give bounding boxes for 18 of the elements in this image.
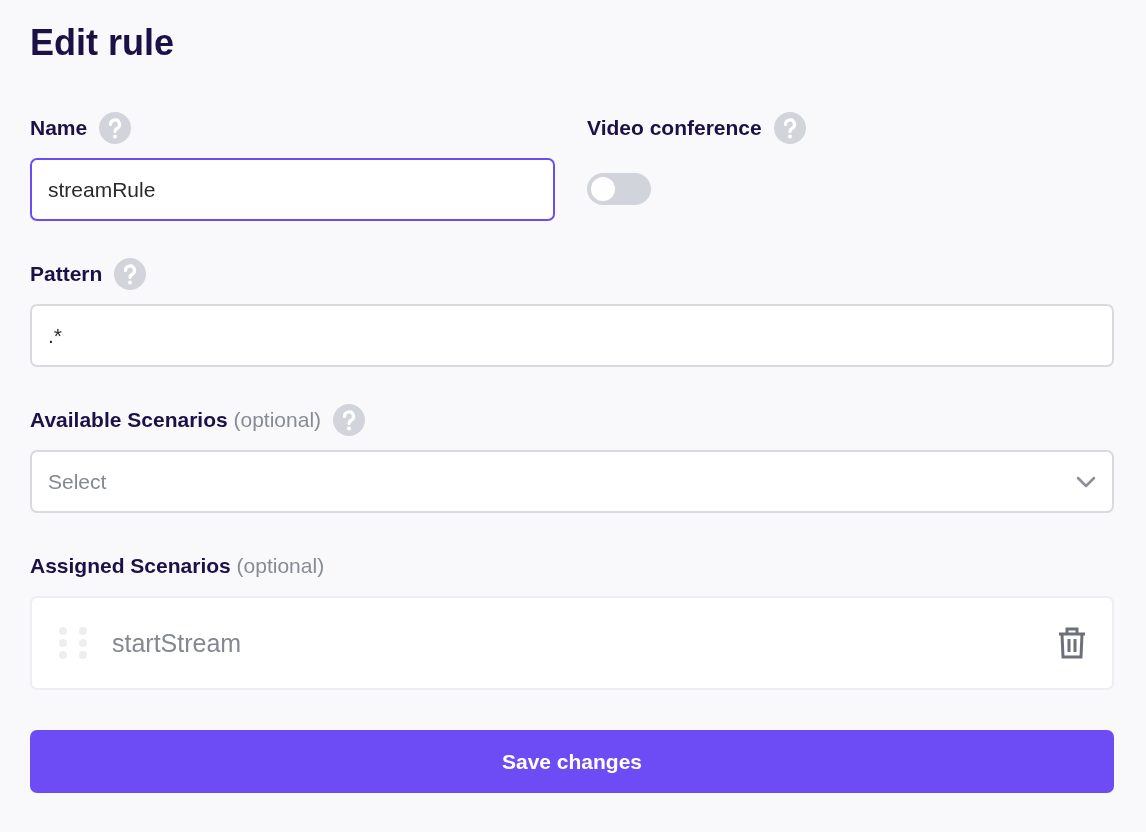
help-icon[interactable] xyxy=(333,404,366,436)
save-button[interactable]: Save changes xyxy=(30,730,1114,793)
help-icon[interactable] xyxy=(114,258,147,290)
field-label: Name xyxy=(30,116,88,140)
help-icon[interactable] xyxy=(99,112,132,144)
trash-icon[interactable] xyxy=(1058,627,1086,659)
field-label: Video conference xyxy=(587,116,762,140)
field-label: Pattern xyxy=(30,262,103,286)
pattern-input[interactable]: .* xyxy=(30,304,1114,367)
scenario-name: startStream xyxy=(112,628,243,658)
scenario-select[interactable]: Select xyxy=(30,450,1114,513)
chevron-down-icon xyxy=(1076,475,1096,488)
toggle-switch[interactable] xyxy=(587,173,651,205)
name-input[interactable]: streamRule xyxy=(30,158,555,221)
field-label: Available Scenarios (optional) xyxy=(30,408,322,432)
page-title: Edit rule xyxy=(30,21,176,65)
field-label: Assigned Scenarios (optional) xyxy=(30,554,325,578)
help-icon[interactable] xyxy=(773,112,806,144)
